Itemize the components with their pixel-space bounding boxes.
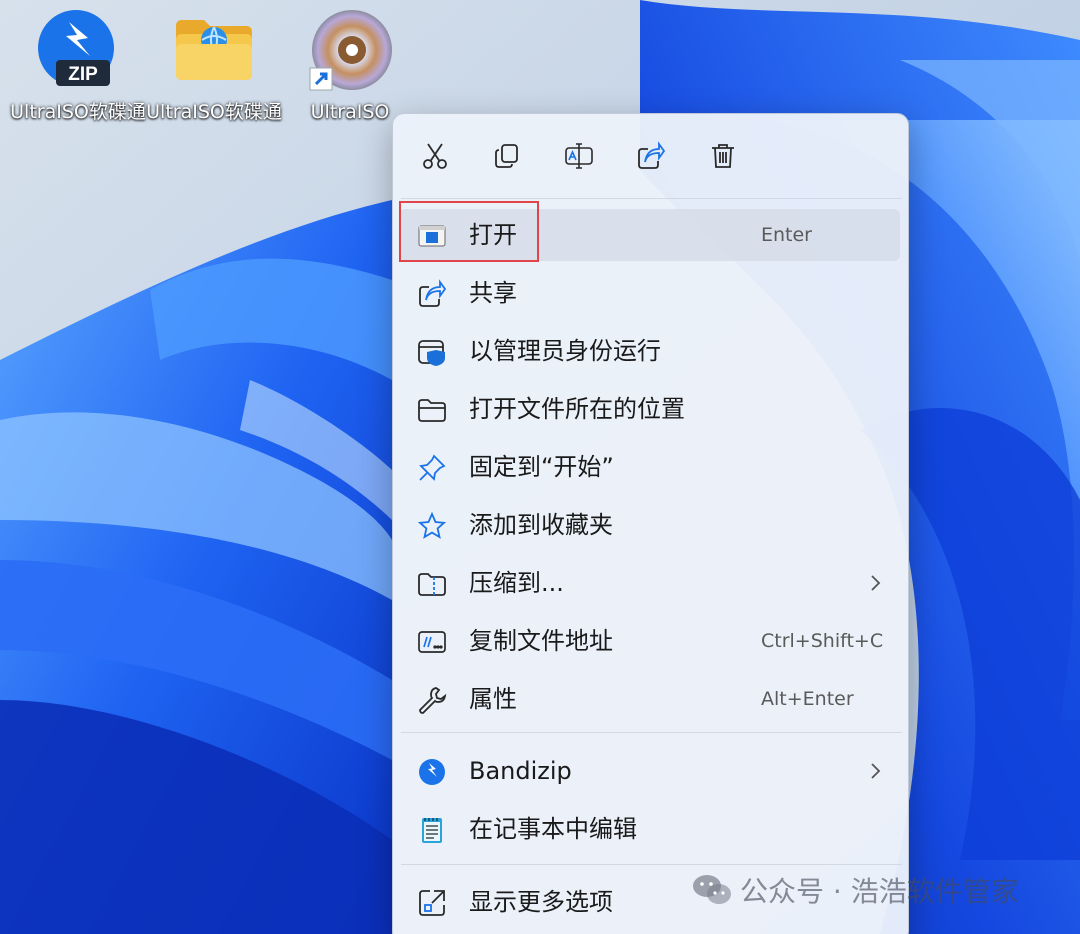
watermark-text: 公众号 · 浩浩软件管家 bbox=[740, 875, 1019, 908]
trash-icon bbox=[712, 144, 734, 168]
menu-item-shortcut: Alt+Enter bbox=[761, 688, 854, 710]
desktop-icon-label: UltraISO软碟通 bbox=[146, 101, 282, 123]
menu-item-pin-to-start[interactable]: 固定到“开始” bbox=[399, 441, 900, 493]
menu-item-label: 共享 bbox=[469, 279, 517, 307]
folder-icon bbox=[417, 395, 447, 425]
more-options-icon bbox=[417, 888, 447, 918]
menu-item-label: 在记事本中编辑 bbox=[469, 815, 637, 843]
cut-button[interactable] bbox=[415, 136, 455, 176]
chevron-right-icon bbox=[863, 759, 887, 783]
chevron-right-icon bbox=[863, 571, 887, 595]
copy-icon bbox=[495, 144, 518, 168]
scissors-icon bbox=[423, 143, 447, 169]
delete-button[interactable] bbox=[703, 136, 743, 176]
star-icon bbox=[417, 511, 447, 541]
menu-item-add-to-favorites[interactable]: 添加到收藏夹 bbox=[399, 499, 900, 551]
zip-folder-icon bbox=[417, 569, 447, 599]
wechat-icon bbox=[693, 875, 731, 904]
menu-item-run-as-admin[interactable]: 以管理员身份运行 bbox=[399, 325, 900, 377]
menu-item-copy-path[interactable]: 复制文件地址 Ctrl+Shift+C bbox=[399, 615, 900, 667]
menu-item-open-file-location[interactable]: 打开文件所在的位置 bbox=[399, 383, 900, 435]
menu-separator bbox=[401, 864, 902, 865]
menu-item-label: 复制文件地址 bbox=[469, 627, 613, 655]
menu-item-label: 显示更多选项 bbox=[469, 888, 613, 916]
menu-separator bbox=[401, 198, 902, 199]
copy-button[interactable] bbox=[487, 136, 527, 176]
wrench-icon bbox=[417, 685, 447, 715]
menu-item-compress-to[interactable]: 压缩到... bbox=[399, 557, 900, 609]
context-menu-toolbar bbox=[393, 114, 908, 198]
desktop-icon-ultraiso-2[interactable]: UltraISO软碟通 bbox=[146, 8, 282, 158]
admin-shield-icon bbox=[417, 337, 447, 367]
rename-button[interactable] bbox=[559, 136, 599, 176]
menu-item-label: 打开文件所在的位置 bbox=[469, 395, 685, 423]
highlight-annotation-box bbox=[399, 201, 539, 262]
menu-item-label: 以管理员身份运行 bbox=[469, 337, 661, 365]
bandizip-icon bbox=[417, 757, 447, 787]
menu-item-edit-in-notepad[interactable]: 在记事本中编辑 bbox=[399, 803, 900, 855]
desktop-icon-label: UltraISO软碟通 bbox=[10, 101, 146, 123]
menu-item-share[interactable]: 共享 bbox=[399, 267, 900, 319]
share-icon bbox=[638, 141, 666, 169]
pin-icon bbox=[417, 453, 447, 483]
rename-icon bbox=[565, 143, 593, 169]
menu-item-label: 压缩到... bbox=[469, 569, 564, 597]
menu-item-shortcut: Ctrl+Shift+C bbox=[761, 630, 884, 652]
menu-item-bandizip[interactable]: Bandizip bbox=[399, 745, 900, 797]
svg-text:ZIP: ZIP bbox=[68, 64, 98, 85]
desktop-icon-ultraiso-1[interactable]: ZIP UltraISO软碟通 bbox=[10, 8, 146, 158]
notepad-icon bbox=[417, 815, 447, 845]
ultraiso-disc-shortcut-icon bbox=[308, 8, 392, 92]
menu-separator bbox=[401, 732, 902, 733]
copy-path-icon bbox=[417, 627, 447, 657]
menu-item-shortcut: Enter bbox=[761, 224, 812, 246]
watermark: 公众号 · 浩浩软件管家 bbox=[692, 868, 1019, 912]
share-toolbar-button[interactable] bbox=[631, 136, 671, 176]
bandizip-zip-icon: ZIP bbox=[36, 8, 120, 92]
menu-item-properties[interactable]: 属性 Alt+Enter bbox=[399, 673, 900, 725]
menu-item-label: 属性 bbox=[469, 685, 517, 713]
menu-item-label: 添加到收藏夹 bbox=[469, 511, 613, 539]
share-icon bbox=[417, 279, 447, 309]
folder-globe-icon bbox=[172, 8, 256, 92]
menu-item-label: 固定到“开始” bbox=[469, 453, 614, 481]
menu-item-label: Bandizip bbox=[469, 757, 572, 785]
